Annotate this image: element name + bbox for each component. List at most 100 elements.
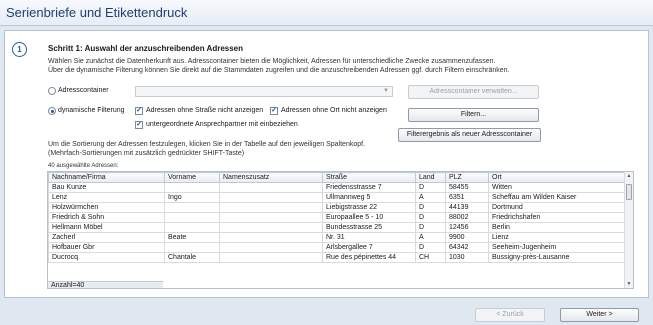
table-row[interactable]: Bau Kunze Friedensstrasse 7 D 58455 Witt… [48,182,627,193]
cell-city: Dortmund [488,202,627,213]
table-header-row: Nachname/Firma Vorname Namenszusatz Stra… [48,172,627,183]
no-city-label[interactable]: Adressen ohne Ort nicht anzeigen [281,107,387,114]
cell-firstname [164,222,220,233]
cell-zip: 88002 [445,212,489,223]
cell-name-suffix [219,202,323,213]
scroll-down-icon[interactable]: ▼ [625,280,633,288]
save-filter-result-button[interactable]: Filterergebnis als neuer Adresscontainer [398,128,541,142]
sort-hint-line-2: (Mehrfach-Sortierungen mit zusätzlich ge… [48,150,245,157]
cell-name-suffix [219,212,323,223]
cell-city: Berlin [488,222,627,233]
container-dropdown[interactable]: ▼ [135,86,393,97]
cell-firstname: Beate [164,232,220,243]
cell-zip: 58455 [445,182,489,193]
cell-zip: 44139 [445,202,489,213]
intro-text: Wählen Sie zunächst die Datenherkunft au… [48,57,638,75]
cell-lastname: Ducrocq [48,252,165,263]
cell-zip: 64342 [445,242,489,253]
cell-street: Europaallee 5 - 10 [322,212,416,223]
cell-lastname: Friedrich & Sohn [48,212,165,223]
step-title: Schritt 1: Auswahl der anzuschreibenden … [48,44,244,53]
column-header-firstname[interactable]: Vorname [164,172,220,183]
navigation-bar: < Zurück Weiter > [0,305,653,325]
table-row[interactable]: Hofbauer Gbr Arlsbergallee 7 D 64342 See… [48,242,627,253]
sub-contacts-checkbox[interactable]: ✓ [135,121,143,129]
sort-hint: Um die Sortierung der Adressen festzuleg… [48,140,365,158]
next-button[interactable]: Weiter > [560,308,639,322]
no-city-checkbox[interactable]: ✓ [270,107,278,115]
filter-button[interactable]: Filtern... [408,108,539,122]
table-row[interactable]: Hellmann Möbel Bundesstrasse 25 D 12456 … [48,222,627,233]
window-titlebar: Serienbriefe und Etikettendruck [0,0,653,26]
cell-street: Liebigstrasse 22 [322,202,416,213]
table-row[interactable]: Lenz Ingo Ullmannweg 5 A 6351 Scheffau a… [48,192,627,203]
cell-street: Arlsbergallee 7 [322,242,416,253]
chevron-down-icon: ▼ [383,88,389,94]
table-row[interactable]: Holzwürmchen Liebigstrasse 22 D 44139 Do… [48,202,627,213]
cell-city: Lienz [488,232,627,243]
cell-country: D [415,182,446,193]
cell-country: D [415,202,446,213]
cell-firstname [164,212,220,223]
cell-street: Nr. 31 [322,232,416,243]
cell-country: CH [415,252,446,263]
container-radio-label[interactable]: Adresscontainer [58,87,109,94]
cell-lastname: Hellmann Möbel [48,222,165,233]
intro-line-1: Wählen Sie zunächst die Datenherkunft au… [48,58,496,65]
cell-zip: 12456 [445,222,489,233]
table-row[interactable]: Friedrich & Sohn Europaallee 5 - 10 D 88… [48,212,627,223]
cell-country: D [415,242,446,253]
cell-lastname: Zacherl [48,232,165,243]
cell-city: Witten [488,182,627,193]
cell-country: D [415,222,446,233]
cell-lastname: Hofbauer Gbr [48,242,165,253]
cell-street: Rue des pépinettes 44 [322,252,416,263]
sub-contacts-label[interactable]: untergeordnete Ansprechpartner mit einbe… [146,121,298,128]
column-header-country[interactable]: Land [415,172,446,183]
column-header-lastname[interactable]: Nachname/Firma [48,172,165,183]
dynamic-filter-radio-label[interactable]: dynamische Filterung [58,107,125,114]
cell-street: Friedensstrasse 7 [322,182,416,193]
cell-lastname: Bau Kunze [48,182,165,193]
cell-city: Friedrichshafen [488,212,627,223]
column-header-name-suffix[interactable]: Namenszusatz [219,172,323,183]
manage-container-button[interactable]: Adresscontainer verwalten... [408,85,539,99]
table-row[interactable]: Zacherl Beate Nr. 31 A 9900 Lienz [48,232,627,243]
scroll-up-icon[interactable]: ▲ [625,172,633,180]
cell-name-suffix [219,182,323,193]
cell-zip: 9900 [445,232,489,243]
intro-line-2: Über die dynamische Filterung können Sie… [48,67,510,74]
cell-street: Ullmannweg 5 [322,192,416,203]
cell-firstname [164,202,220,213]
cell-firstname [164,182,220,193]
cell-name-suffix [219,192,323,203]
scrollbar-thumb[interactable] [626,184,632,200]
cell-city: Scheffau am Wilden Kaiser [488,192,627,203]
cell-firstname [164,242,220,253]
cell-zip: 1030 [445,252,489,263]
cell-country: A [415,192,446,203]
cell-zip: 6351 [445,192,489,203]
cell-name-suffix [219,252,323,263]
window-title: Serienbriefe und Etikettendruck [6,5,188,20]
column-header-city[interactable]: Ort [488,172,627,183]
cell-name-suffix [219,242,323,253]
table-vertical-scrollbar[interactable]: ▲ ▼ [624,172,633,288]
dynamic-filter-radio[interactable] [48,107,56,115]
no-street-label[interactable]: Adressen ohne Straße nicht anzeigen [146,107,263,114]
no-street-checkbox[interactable]: ✓ [135,107,143,115]
cell-city: Seeheim-Jugenheim [488,242,627,253]
sort-hint-line-1: Um die Sortierung der Adressen festzuleg… [48,141,366,148]
address-table[interactable]: Nachname/Firma Vorname Namenszusatz Stra… [47,171,634,289]
column-header-street[interactable]: Straße [322,172,416,183]
cell-name-suffix [219,222,323,233]
cell-city: Bussigny-près-Lausanne [488,252,627,263]
column-header-zip[interactable]: PLZ [445,172,489,183]
cell-firstname: Chantale [164,252,220,263]
selected-count-label: 40 ausgewählte Adressen: [48,163,119,169]
step-number-badge: 1 [12,42,27,57]
cell-name-suffix [219,232,323,243]
back-button[interactable]: < Zurück [475,308,545,322]
container-radio[interactable] [48,87,56,95]
table-row[interactable]: Ducrocq Chantale Rue des pépinettes 44 C… [48,252,627,263]
